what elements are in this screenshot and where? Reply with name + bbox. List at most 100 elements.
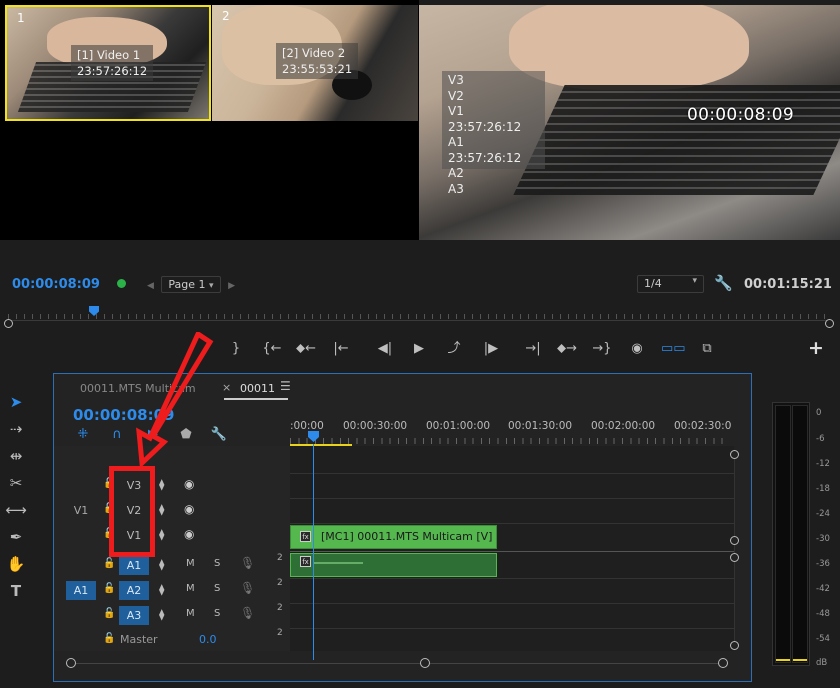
hand-tool-icon[interactable]: ✋ [4, 552, 28, 576]
vertical-scrollbar[interactable] [730, 450, 739, 650]
page-select[interactable]: Page 1 ▾ [161, 276, 221, 293]
program-monitor[interactable]: V3 V2 V1 23:57:26:12 A1 23:57:26:12 A2 A… [419, 5, 840, 240]
prev-page-icon[interactable]: ◀ [147, 281, 154, 291]
page-navigator: ◀ Page 1 ▾ ▶ [147, 276, 235, 293]
active-tab-indicator [224, 398, 288, 400]
ripple-edit-tool-icon[interactable]: ⇹ [4, 444, 28, 468]
multicam-view-icon[interactable]: ▭▭ [661, 340, 686, 358]
playhead-timecode[interactable]: 00:00:08:09 [12, 277, 100, 292]
scroll-handle-split-top[interactable] [730, 536, 739, 545]
go-to-in-point-icon[interactable]: |← [330, 340, 352, 358]
solo-button[interactable]: S [214, 608, 220, 619]
sync-lock-icon[interactable]: ⧫ [159, 608, 164, 621]
track-target-a1[interactable]: A1 [119, 556, 149, 575]
voiceover-mic-icon[interactable]: 🎙 [240, 556, 255, 570]
track-select-tool-icon[interactable]: ⇢ [4, 417, 28, 441]
overwrite-icon[interactable]: →} [591, 340, 613, 358]
scroll-track [66, 663, 728, 664]
source-patch-a1[interactable] [66, 556, 96, 575]
loop-icon[interactable]: ⤴ [443, 340, 465, 358]
eye-icon[interactable]: ◉ [184, 527, 194, 541]
scroll-handle-top[interactable] [730, 450, 739, 459]
mute-button[interactable]: M [186, 583, 195, 594]
scroll-handle-right[interactable] [718, 658, 728, 668]
eye-icon[interactable]: ◉ [184, 477, 194, 491]
source-patch-a1[interactable]: A1 [66, 581, 96, 600]
step-forward-icon[interactable]: |▶ [480, 340, 502, 358]
go-to-in-icon[interactable]: {← [261, 340, 283, 358]
scroll-handle-bottom[interactable] [730, 641, 739, 650]
track-divider [290, 628, 734, 629]
overlay-line: V1 23:57:26:12 [448, 104, 522, 134]
mute-button[interactable]: M [186, 558, 195, 569]
chevron-down-icon: ▾ [692, 276, 697, 286]
sync-lock-icon[interactable]: ⧫ [159, 478, 164, 491]
solo-button[interactable]: S [214, 558, 220, 569]
master-volume[interactable]: 0.0 [199, 633, 217, 646]
lock-icon[interactable]: 🔓 [103, 558, 115, 570]
scrub-zoom-handle-right[interactable] [825, 319, 834, 328]
voiceover-mic-icon[interactable]: 🎙 [240, 581, 255, 595]
source-patch-v1[interactable]: V1 [66, 501, 96, 520]
scroll-handle-left[interactable] [66, 658, 76, 668]
track-headers: 🔓 V3 ⧫ ◉ V1 🔓 V2 ⧫ ◉ 🔓 V1 ⧫ ◉ 🔓 A1 ⧫ M S… [54, 446, 290, 651]
track-header-v1: 🔓 V1 ⧫ ◉ [54, 523, 290, 547]
camera-angle-1[interactable]: 1 [1] Video 1 23:57:26:12 [5, 5, 211, 121]
pen-tool-icon[interactable]: ✒ [4, 525, 28, 549]
source-patch-v3[interactable] [66, 476, 96, 495]
add-marker-left-icon[interactable]: ⬥← [295, 340, 317, 358]
mark-out-icon[interactable]: } [225, 340, 247, 358]
next-page-icon[interactable]: ▶ [228, 281, 235, 291]
sync-lock-icon[interactable]: ⧫ [159, 503, 164, 516]
track-target-a2[interactable]: A2 [119, 581, 149, 600]
db-label: -12 [816, 459, 830, 469]
mute-button[interactable]: M [186, 608, 195, 619]
settings-wrench-icon[interactable]: 🔧 [714, 274, 733, 292]
time-ruler[interactable]: :00:00 00:00:30:00 00:01:00:00 00:01:30:… [290, 410, 731, 446]
video-frame-hand [509, 5, 749, 90]
proxy-toggle-icon[interactable]: ⧉ [696, 340, 718, 358]
source-patch-empty[interactable] [66, 526, 96, 545]
eye-icon[interactable]: ◉ [184, 502, 194, 516]
video-clip[interactable]: fx [MC1] 00011.MTS Multicam [V] [290, 525, 497, 549]
program-monitor-bar: 00:00:08:09 ◀ Page 1 ▾ ▶ 1/4 ▾ 🔧 00:01:1… [0, 270, 840, 300]
horizontal-scrollbar[interactable] [66, 658, 728, 670]
db-label: dB [816, 658, 828, 668]
scrub-zoom-handle-left[interactable] [4, 319, 13, 328]
tab-sequence[interactable]: 00011 [240, 382, 275, 395]
play-icon[interactable]: ▶ [408, 340, 430, 358]
scroll-handle-split-bottom[interactable] [730, 553, 739, 562]
type-tool-icon[interactable]: T [4, 579, 28, 603]
sync-lock-icon[interactable]: ⧫ [159, 558, 164, 571]
selection-tool-icon[interactable]: ➤ [4, 390, 28, 414]
scroll-track [734, 455, 735, 645]
playhead-line[interactable] [313, 444, 314, 660]
go-to-out-icon[interactable]: →| [522, 340, 544, 358]
lock-icon[interactable]: 🔓 [103, 608, 115, 620]
lock-icon[interactable]: 🔓 [103, 583, 115, 595]
panel-menu-icon[interactable]: ☰ [280, 379, 291, 393]
export-frame-icon[interactable]: ◉ [626, 340, 648, 358]
nest-toggle-icon[interactable]: ⁜ [74, 427, 92, 442]
source-patch-empty[interactable] [66, 606, 96, 625]
sync-lock-icon[interactable]: ⧫ [159, 583, 164, 596]
audio-clip[interactable]: fx [290, 553, 497, 577]
resolution-select[interactable]: 1/4 ▾ [637, 275, 704, 293]
lock-icon[interactable]: 🔓 [103, 633, 115, 645]
camera-angle-2[interactable]: 2 [2] Video 2 23:55:53:21 [212, 5, 418, 121]
sync-lock-icon[interactable]: ⧫ [159, 528, 164, 541]
track-target-a3[interactable]: A3 [119, 606, 149, 625]
slip-tool-icon[interactable]: ⟷ [4, 498, 28, 522]
resolution-value: 1/4 [644, 277, 662, 290]
program-scrub-bar[interactable] [0, 303, 840, 328]
track-divider [290, 603, 734, 604]
close-icon[interactable]: × [222, 381, 231, 394]
scroll-handle-middle[interactable] [420, 658, 430, 668]
step-back-icon[interactable]: ◀| [374, 340, 396, 358]
clip-name: [MC1] 00011.MTS Multicam [V] [321, 530, 493, 543]
button-editor-plus-icon[interactable]: + [808, 337, 824, 359]
solo-button[interactable]: S [214, 583, 220, 594]
razor-tool-icon[interactable]: ✂ [4, 471, 28, 495]
insert-icon[interactable]: ⬥→ [556, 340, 578, 358]
voiceover-mic-icon[interactable]: 🎙 [240, 606, 255, 620]
